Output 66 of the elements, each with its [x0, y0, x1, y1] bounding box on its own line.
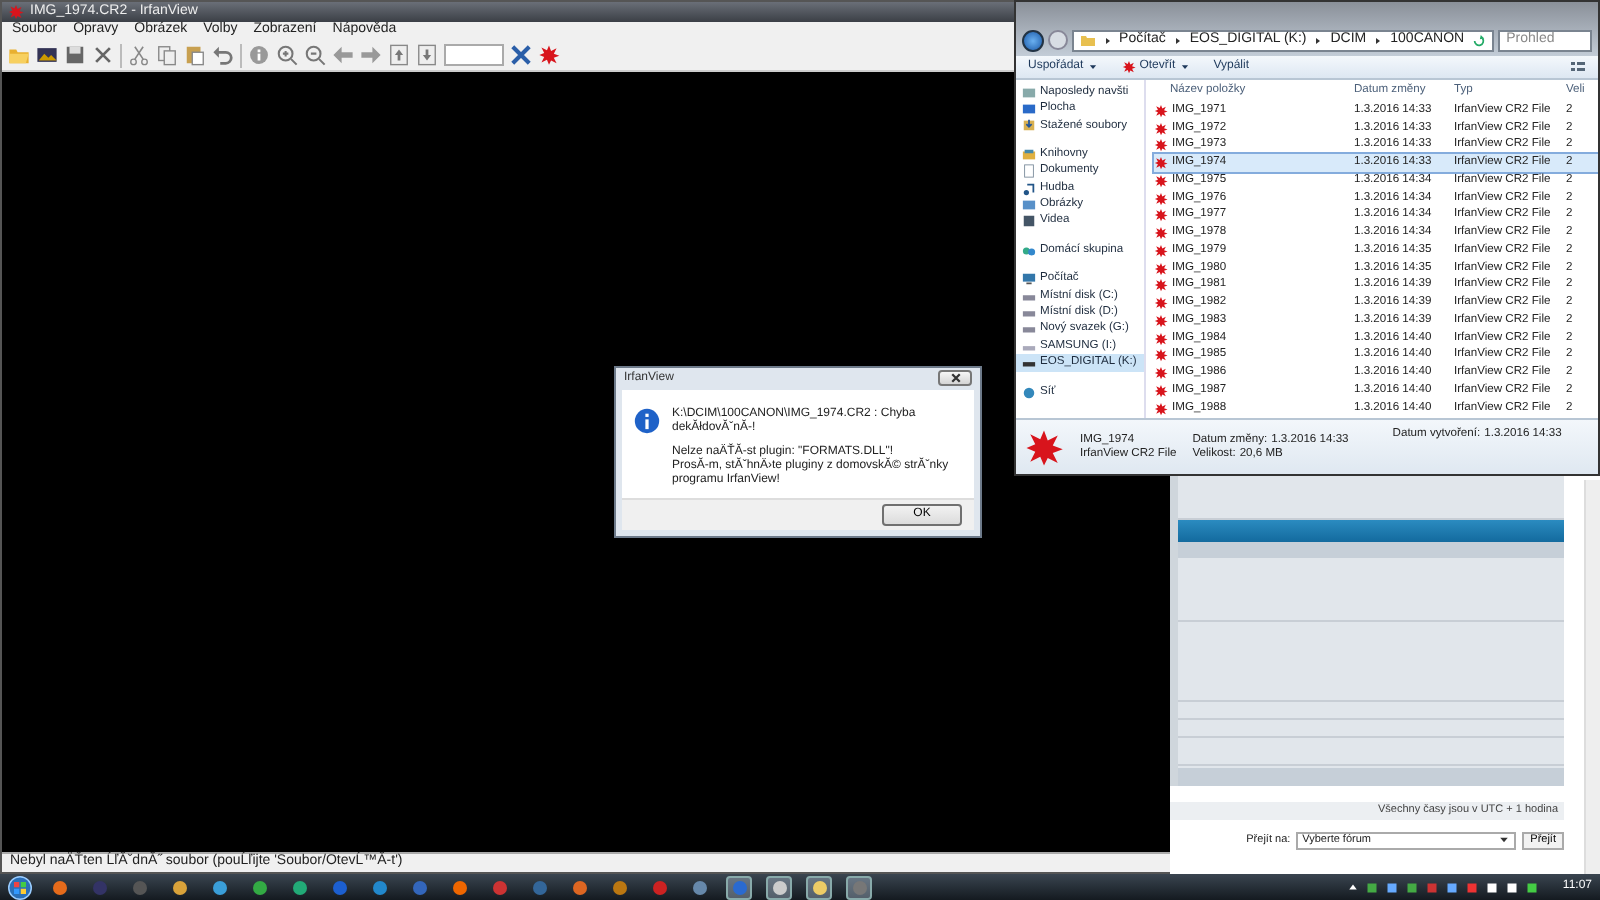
app-logo-icon — [8, 4, 24, 20]
splat-icon — [1121, 60, 1136, 74]
view-options-icon — [1570, 59, 1586, 75]
refresh-icon — [1472, 33, 1487, 47]
splat-file-icon — [1024, 427, 1064, 467]
app-icon — [731, 879, 747, 895]
app-icon — [91, 879, 107, 895]
app-icon — [251, 879, 267, 895]
app-icon — [571, 879, 587, 895]
app-icon — [211, 879, 227, 895]
taskbar-app-button[interactable] — [766, 875, 792, 899]
zoom-in-icon[interactable] — [276, 44, 298, 66]
copy-icon[interactable] — [156, 44, 178, 66]
app-icon — [691, 879, 707, 895]
splat-file-icon — [1154, 401, 1168, 416]
chevron-icon — [1314, 35, 1323, 45]
app-icon — [531, 879, 547, 895]
app-icon — [451, 879, 467, 895]
app-icon — [331, 879, 347, 895]
taskbar-app-button[interactable] — [806, 875, 832, 899]
app-icon — [851, 879, 867, 895]
chevron-icon — [1374, 35, 1383, 45]
undo-icon[interactable] — [212, 44, 234, 66]
splat-logo-icon[interactable] — [538, 44, 560, 66]
text-field[interactable] — [444, 44, 504, 66]
left-arrow-icon[interactable] — [332, 44, 354, 66]
app-icon — [411, 879, 427, 895]
app-icon — [371, 879, 387, 895]
page-down-icon[interactable] — [416, 44, 438, 66]
music-note-icon — [1022, 181, 1036, 196]
computer-icon — [1022, 272, 1036, 287]
library-icon — [1022, 147, 1036, 162]
caret-icon — [1498, 834, 1511, 847]
zoom-out-icon[interactable] — [304, 44, 326, 66]
info-icon — [634, 407, 660, 434]
app-icon — [651, 879, 667, 895]
info-icon[interactable] — [248, 44, 270, 66]
close-button[interactable] — [938, 370, 972, 387]
app-icon — [171, 879, 187, 895]
delete-icon[interactable] — [92, 44, 114, 66]
download-folder-icon — [1022, 118, 1036, 133]
app-icon — [771, 879, 787, 895]
app-icon — [131, 879, 147, 895]
people-icon — [1022, 243, 1036, 258]
back-button[interactable] — [1022, 29, 1044, 51]
taskbar-app-button[interactable] — [846, 875, 872, 899]
scissors-icon[interactable] — [128, 44, 150, 66]
tools-icon[interactable] — [510, 44, 532, 66]
clipboard-icon[interactable] — [184, 44, 206, 66]
right-arrow-icon[interactable] — [360, 44, 382, 66]
taskbar-app-button[interactable] — [726, 875, 752, 899]
app-icon — [811, 879, 827, 895]
app-icon — [611, 879, 627, 895]
close-icon — [949, 372, 961, 385]
chevron-icon — [1103, 35, 1112, 45]
splat-file-icon — [1154, 103, 1168, 118]
app-icon — [51, 879, 67, 895]
start-button-icon[interactable] — [8, 875, 32, 899]
document-icon — [1022, 164, 1036, 179]
chevron-icon — [1173, 35, 1182, 45]
app-icon — [491, 879, 507, 895]
page-up-icon[interactable] — [388, 44, 410, 66]
app-icon — [291, 879, 307, 895]
caret-up-icon[interactable] — [1348, 882, 1359, 892]
desktop-icon — [1022, 102, 1036, 117]
scrollbar[interactable] — [1584, 480, 1600, 874]
